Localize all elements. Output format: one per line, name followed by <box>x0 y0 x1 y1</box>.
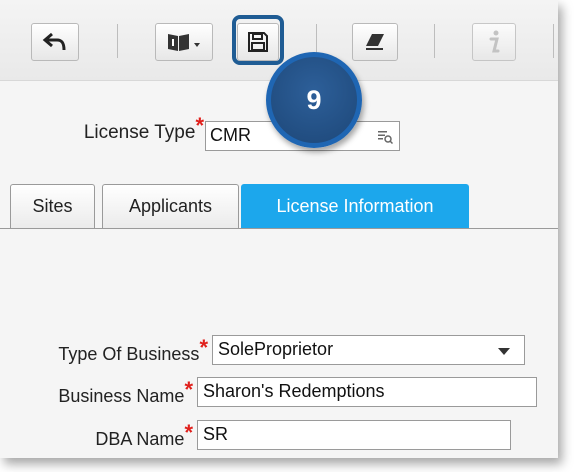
tab-sites-label: Sites <box>32 196 73 216</box>
step-number-badge: 9 <box>266 52 362 148</box>
required-asterisk: * <box>184 377 193 402</box>
tab-applicants-label: Applicants <box>128 196 213 216</box>
required-asterisk: * <box>184 420 193 445</box>
type-of-business-label: Type Of Business* <box>0 335 208 366</box>
toolbar-separator <box>117 24 118 58</box>
book-menu-button[interactable] <box>155 23 213 61</box>
required-asterisk: * <box>195 113 204 138</box>
dba-name-label: DBA Name* <box>0 420 193 451</box>
tab-license-information-label: License Information <box>276 196 434 216</box>
tab-sites[interactable]: Sites <box>10 184 95 228</box>
chevron-down-icon <box>498 348 510 355</box>
info-button[interactable] <box>472 23 516 61</box>
eraser-button[interactable] <box>352 23 398 61</box>
type-of-business-select[interactable]: SoleProprietor <box>212 335 525 365</box>
undo-button[interactable] <box>31 23 79 61</box>
business-name-value: Sharon's Redemptions <box>203 381 385 401</box>
tab-baseline <box>0 228 558 229</box>
dba-name-field[interactable]: SR <box>197 420 511 450</box>
toolbar-separator <box>434 24 435 58</box>
required-asterisk: * <box>199 335 208 360</box>
dba-name-label-text: DBA Name <box>95 429 185 449</box>
business-name-field[interactable]: Sharon's Redemptions <box>197 377 537 407</box>
book-menu-icon <box>168 34 200 51</box>
business-name-label-text: Business Name <box>58 386 185 406</box>
type-of-business-label-text: Type Of Business <box>58 344 200 364</box>
type-of-business-value: SoleProprietor <box>218 339 334 359</box>
license-type-label-text: License Type <box>83 122 196 143</box>
window-frame: 9 License Type* CMR Sites Applicants Lic… <box>0 0 558 458</box>
dba-name-value: SR <box>203 424 229 444</box>
save-button-highlight <box>232 15 284 65</box>
lookup-icon[interactable] <box>377 129 393 145</box>
license-type-label: License Type* <box>0 113 204 144</box>
tab-license-information[interactable]: License Information <box>241 184 469 228</box>
tab-applicants[interactable]: Applicants <box>102 184 239 228</box>
business-name-label: Business Name* <box>0 377 193 408</box>
info-icon <box>489 30 500 53</box>
toolbar-separator <box>553 24 554 58</box>
eraser-icon <box>366 34 384 50</box>
undo-arrow-icon <box>42 32 66 51</box>
license-type-value: CMR <box>210 125 251 145</box>
